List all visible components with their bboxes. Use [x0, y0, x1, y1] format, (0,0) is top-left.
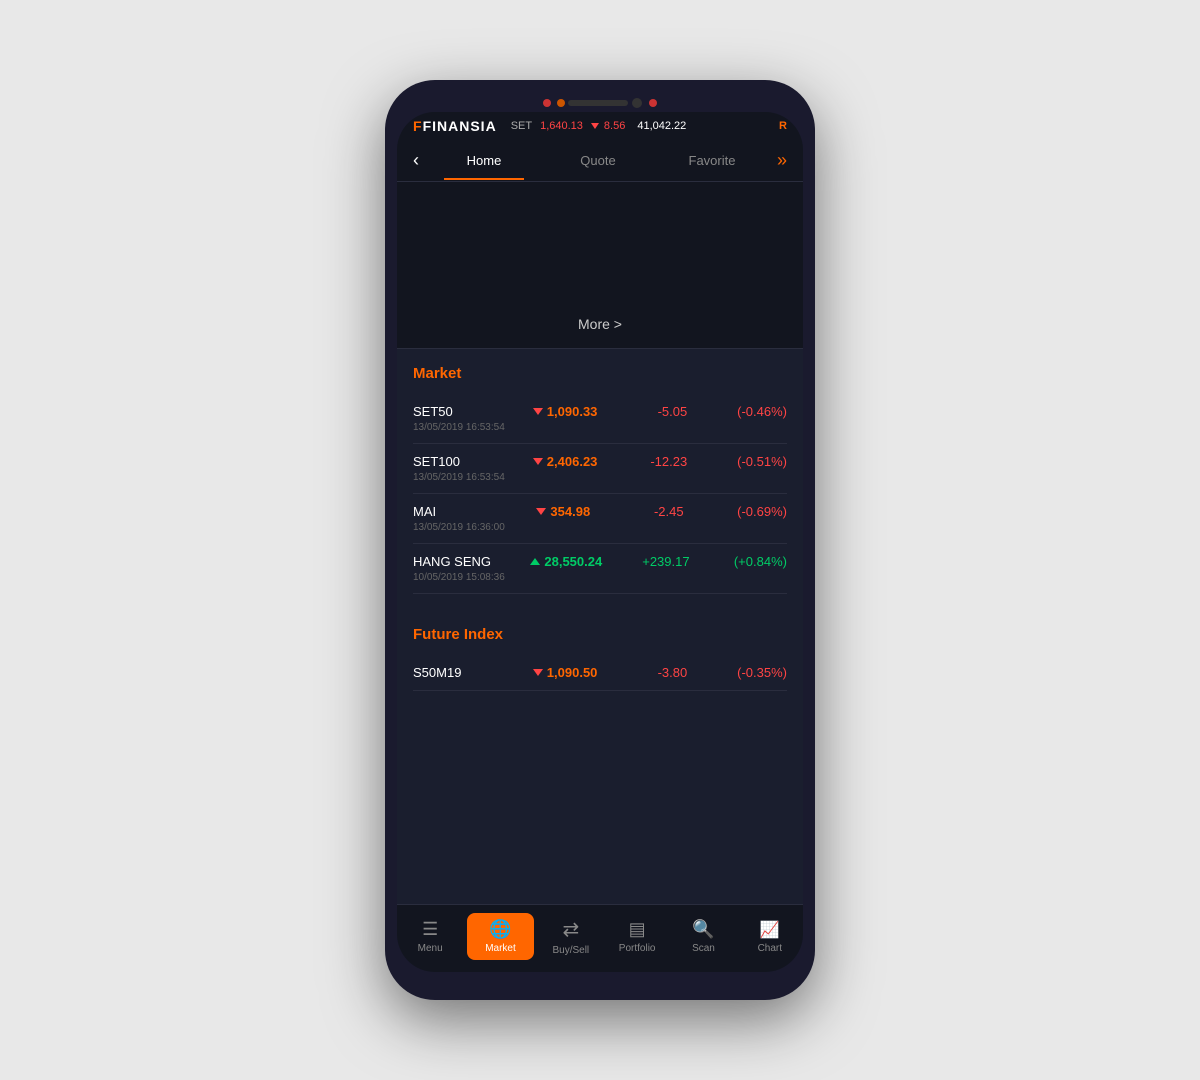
s50m19-change: -3.80 — [637, 665, 687, 680]
chart-label: Chart — [758, 943, 782, 954]
tab-quote[interactable]: Quote — [541, 141, 655, 180]
logo-text: FINANSIA — [423, 118, 497, 134]
nav-scan[interactable]: 🔍 Scan — [670, 913, 736, 960]
notch-dot-orange — [557, 99, 565, 107]
set100-price: 2,406.23 — [547, 454, 598, 469]
hangseng-pct: (+0.84%) — [727, 554, 787, 569]
set100-change: -12.23 — [637, 454, 687, 469]
market-row-hangseng[interactable]: HANG SENG 28,550.24 +239.17 (+0.84%) 10/… — [413, 544, 787, 594]
portfolio-icon: ▤ — [629, 919, 646, 940]
set100-pct: (-0.51%) — [727, 454, 787, 469]
market-price-group-s50m19: 1,090.50 — [533, 665, 598, 680]
status-bar: FFINANSIA SET 1,640.13 8.56 41,042.22 R — [397, 112, 803, 140]
future-index-title: Future Index — [413, 626, 787, 643]
set100-timestamp: 13/05/2019 16:53:54 — [413, 472, 787, 483]
mai-change: -2.45 — [634, 504, 684, 519]
hangseng-timestamp: 10/05/2019 15:08:36 — [413, 572, 787, 583]
portfolio-label: Portfolio — [619, 943, 656, 954]
mai-timestamp: 13/05/2019 16:36:00 — [413, 522, 787, 533]
market-name-mai: MAI — [413, 504, 493, 519]
bottom-nav: ☰ Menu 🌐 Market ⇄ Buy/Sell ▤ Portfolio 🔍… — [397, 904, 803, 972]
phone-device: FFINANSIA SET 1,640.13 8.56 41,042.22 R … — [385, 80, 815, 1000]
market-price-group: 1,090.33 — [533, 404, 598, 419]
mai-arrow-down — [536, 508, 546, 515]
notch-dot-right — [649, 99, 657, 107]
s50m19-pct: (-0.35%) — [727, 665, 787, 680]
market-name-hangseng: HANG SENG — [413, 554, 493, 569]
more-button-row: More > — [397, 302, 803, 349]
nav-buysell[interactable]: ⇄ Buy/Sell — [538, 911, 604, 962]
market-row-main-s50m19: S50M19 1,090.50 -3.80 (-0.35%) — [413, 665, 787, 680]
nav-market[interactable]: 🌐 Market — [467, 913, 533, 960]
app-logo: FFINANSIA — [413, 118, 497, 134]
notch-camera — [632, 98, 642, 108]
market-row-set50[interactable]: SET50 1,090.33 -5.05 (-0.46%) 13/05/2019… — [413, 394, 787, 444]
s50m19-arrow-down — [533, 669, 543, 676]
notch-dot-red — [543, 99, 551, 107]
mai-price: 354.98 — [550, 504, 590, 519]
nav-tabs: ‹ Home Quote Favorite » — [397, 140, 803, 182]
scan-label: Scan — [692, 943, 715, 954]
market-row-main-set100: SET100 2,406.23 -12.23 (-0.51%) — [413, 454, 787, 469]
set-change-value: 8.56 — [604, 120, 625, 132]
logo-icon: F — [413, 118, 423, 134]
market-name-set100: SET100 — [413, 454, 493, 469]
buysell-icon: ⇄ — [562, 917, 579, 942]
buysell-label: Buy/Sell — [552, 945, 589, 956]
back-button[interactable]: ‹ — [405, 140, 427, 181]
nav-menu[interactable]: ☰ Menu — [397, 913, 463, 960]
market-row-main: SET50 1,090.33 -5.05 (-0.46%) — [413, 404, 787, 419]
market-section: Market SET50 1,090.33 -5.05 (-0.46%) 13/… — [397, 349, 803, 594]
set-down-arrow — [591, 123, 599, 129]
menu-label: Menu — [418, 943, 443, 954]
nav-portfolio[interactable]: ▤ Portfolio — [604, 913, 670, 960]
hangseng-arrow-up — [530, 558, 540, 565]
banner-area — [397, 182, 803, 302]
market-name-set50: SET50 — [413, 404, 493, 419]
set50-arrow-down — [533, 408, 543, 415]
set50-timestamp: 13/05/2019 16:53:54 — [413, 422, 787, 433]
mai-pct: (-0.69%) — [727, 504, 787, 519]
future-index-section: Future Index S50M19 1,090.50 -3.80 (-0.3… — [397, 610, 803, 691]
market-label: Market — [485, 943, 516, 954]
market-icon: 🌐 — [489, 919, 511, 940]
set50-change: -5.05 — [637, 404, 687, 419]
set100-arrow-down — [533, 458, 543, 465]
more-tabs-button[interactable]: » — [769, 140, 795, 181]
tab-favorite[interactable]: Favorite — [655, 141, 769, 180]
nav-chart[interactable]: 📈 Chart — [737, 914, 803, 960]
market-price-group-mai: 354.98 — [536, 504, 590, 519]
set-total: 41,042.22 — [637, 120, 686, 132]
market-row-mai[interactable]: MAI 354.98 -2.45 (-0.69%) 13/05/2019 16:… — [413, 494, 787, 544]
main-content: More > Market SET50 1,090.33 -5.05 (-0.4… — [397, 182, 803, 904]
market-row-set100[interactable]: SET100 2,406.23 -12.23 (-0.51%) 13/05/20… — [413, 444, 787, 494]
set-price: 1,640.13 — [540, 120, 583, 132]
market-row-s50m19[interactable]: S50M19 1,090.50 -3.80 (-0.35%) — [413, 655, 787, 691]
bottom-spacer — [397, 691, 803, 771]
scan-icon: 🔍 — [692, 919, 714, 940]
market-price-group-hangseng: 28,550.24 — [530, 554, 602, 569]
s50m19-price: 1,090.50 — [547, 665, 598, 680]
more-button[interactable]: More > — [578, 316, 622, 332]
market-title: Market — [413, 365, 787, 382]
market-row-main-hangseng: HANG SENG 28,550.24 +239.17 (+0.84%) — [413, 554, 787, 569]
menu-icon: ☰ — [422, 919, 438, 940]
set-change: 8.56 — [591, 120, 625, 132]
phone-screen: FFINANSIA SET 1,640.13 8.56 41,042.22 R … — [397, 112, 803, 972]
market-row-main-mai: MAI 354.98 -2.45 (-0.69%) — [413, 504, 787, 519]
notch-speaker — [568, 100, 628, 106]
user-button[interactable]: R — [779, 120, 787, 132]
phone-notch — [397, 92, 803, 112]
market-name-s50m19: S50M19 — [413, 665, 493, 680]
chart-icon: 📈 — [760, 920, 780, 940]
hangseng-price: 28,550.24 — [544, 554, 602, 569]
set50-price: 1,090.33 — [547, 404, 598, 419]
set50-pct: (-0.46%) — [727, 404, 787, 419]
hangseng-change: +239.17 — [640, 554, 690, 569]
tab-home[interactable]: Home — [427, 141, 541, 180]
set-label: SET — [511, 120, 532, 132]
market-price-group-set100: 2,406.23 — [533, 454, 598, 469]
